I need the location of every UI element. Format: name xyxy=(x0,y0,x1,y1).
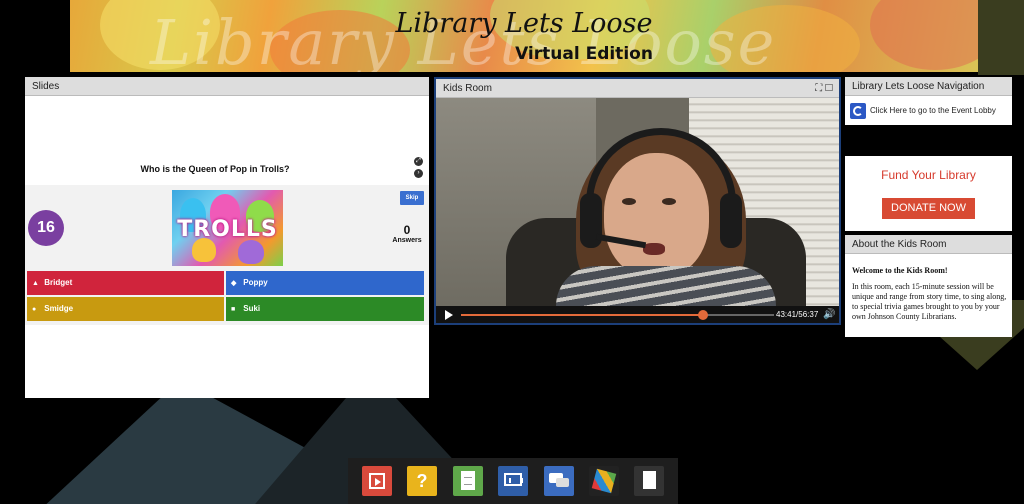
trolls-image: TROLLS xyxy=(172,190,283,266)
video-progress-fill xyxy=(461,314,703,316)
answer-label: Bridget xyxy=(44,278,73,287)
presentation-icon[interactable] xyxy=(498,466,528,496)
refresh-icon xyxy=(850,103,866,119)
fund-panel: Fund Your Library DONATE NOW xyxy=(845,156,1012,231)
answer-option-smidge[interactable]: ● Smidge xyxy=(27,297,224,321)
chat-icon[interactable] xyxy=(544,466,574,496)
answer-count: 0 xyxy=(403,223,411,237)
video-controls: 43:41/56:37 🔊 xyxy=(436,306,839,323)
answer-label: Poppy xyxy=(243,278,268,287)
answer-label: Smidge xyxy=(44,304,74,313)
navigation-panel: Library Lets Loose Navigation Click Here… xyxy=(845,77,1012,125)
fullscreen-icon[interactable]: ⛶ xyxy=(815,83,822,94)
about-panel: About the Kids Room Welcome to the Kids … xyxy=(845,235,1012,337)
event-page: Library Lets Loose Library Lets Loose Vi… xyxy=(0,0,1024,504)
banner-title: Library Lets Loose xyxy=(395,8,653,39)
answer-option-bridget[interactable]: ▲ Bridget xyxy=(27,271,224,295)
document-icon[interactable] xyxy=(453,466,483,496)
volume-icon[interactable]: 🔊 xyxy=(823,306,835,323)
countdown-timer: 16 xyxy=(28,210,64,246)
navigation-header: Library Lets Loose Navigation xyxy=(845,77,1012,96)
expand-icon[interactable]: ⤢ xyxy=(414,157,423,166)
video-scrubber[interactable] xyxy=(697,310,708,320)
video-time: 43:41/56:37 xyxy=(776,310,819,319)
donate-button[interactable]: DONATE NOW xyxy=(882,198,975,219)
kids-room-window-controls: ⛶ ☐ xyxy=(815,79,833,98)
background-shape xyxy=(978,0,1024,75)
event-lobby-link[interactable]: Click Here to go to the Event Lobby xyxy=(850,103,996,119)
event-banner: Library Lets Loose Library Lets Loose Vi… xyxy=(70,0,978,72)
answer-label: Suki xyxy=(243,304,261,313)
answer-option-suki[interactable]: ■ Suki xyxy=(226,297,424,321)
slides-panel: Slides Who is the Queen of Pop in Trolls… xyxy=(25,77,429,398)
video-feed[interactable] xyxy=(436,98,839,306)
fund-title: Fund Your Library xyxy=(881,168,976,182)
circle-icon: ● xyxy=(32,306,37,313)
answer-option-poppy[interactable]: ◆ Poppy xyxy=(226,271,424,295)
question-icon[interactable]: ? xyxy=(407,466,437,496)
about-body: In this room, each 15-minute session wil… xyxy=(852,282,1007,321)
bottom-toolbar: ? xyxy=(348,458,678,504)
quiz-question: Who is the Queen of Pop in Trolls? xyxy=(140,164,290,174)
square-icon: ■ xyxy=(231,306,236,313)
kids-room-header: Kids Room xyxy=(436,79,839,98)
mosaic-icon[interactable] xyxy=(589,466,619,496)
video-progress-bar[interactable] xyxy=(461,310,774,320)
about-heading: Welcome to the Kids Room! xyxy=(852,266,948,275)
diamond-icon: ◆ xyxy=(231,280,237,287)
play-icon[interactable] xyxy=(445,310,453,320)
trolls-logo-text: TROLLS xyxy=(177,217,278,242)
video-icon[interactable] xyxy=(362,466,392,496)
banner-subtitle: Virtual Edition xyxy=(515,44,653,64)
slides-panel-header: Slides xyxy=(25,77,429,96)
answer-count-label: Answers xyxy=(392,237,422,244)
skip-button[interactable]: Skip xyxy=(400,191,424,205)
event-lobby-link-label: Click Here to go to the Event Lobby xyxy=(870,106,996,116)
maximize-icon[interactable]: ☐ xyxy=(825,83,833,94)
about-header: About the Kids Room xyxy=(845,235,1012,254)
next-icon[interactable]: › xyxy=(414,169,423,178)
page-icon[interactable] xyxy=(634,466,664,496)
quiz-area: 16 TROLLS Skip 0 Answers ▲ Bridget ◆ Pop… xyxy=(25,185,429,325)
triangle-icon: ▲ xyxy=(32,280,39,287)
kids-room-panel: Kids Room ⛶ ☐ 43:41/56:37 🔊 xyxy=(434,77,841,325)
